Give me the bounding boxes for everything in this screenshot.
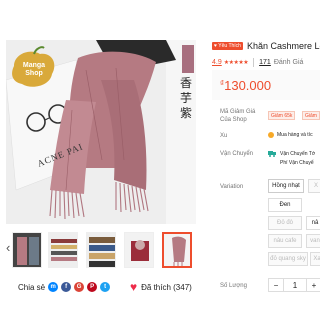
watermark-line-2: Shop: [25, 70, 43, 77]
color-name-vertical: 香芋紫: [179, 76, 192, 120]
price-box: ₫130.000: [212, 70, 320, 100]
twitter-icon[interactable]: t: [100, 282, 111, 292]
thumbnail[interactable]: [48, 232, 78, 268]
thumbnail[interactable]: [12, 232, 42, 268]
shipping-line-1: Vận Chuyển Tớ: [280, 151, 316, 157]
price-value: 130.000: [224, 78, 272, 93]
variation-option-do-do[interactable]: Đỏ đô: [268, 216, 302, 230]
quantity-input[interactable]: 1: [284, 278, 306, 292]
voucher-tag[interactable]: Giảm: [302, 111, 320, 120]
variation-option[interactable]: van: [306, 234, 320, 248]
quantity-decrease-button[interactable]: −: [268, 278, 284, 292]
variation-label: Variation: [220, 184, 244, 190]
quantity-label: Số Lượng: [220, 283, 247, 289]
watermark-line-1: Manga: [22, 62, 46, 69]
variation-option[interactable]: X: [308, 179, 320, 193]
shipping-label: Vận Chuyển: [220, 151, 254, 157]
xu-text: Mua hàng và tíc: [277, 132, 313, 138]
share-label: Chia sẻ: [18, 282, 46, 292]
shipping-line-2: Phí Vận Chuyể: [280, 160, 314, 166]
review-label: Đánh Giá: [273, 58, 304, 66]
divider: [253, 57, 255, 67]
quantity-increase-button[interactable]: +: [306, 278, 320, 292]
google-plus-icon[interactable]: G: [74, 282, 85, 292]
quantity-stepper: − 1 +: [268, 278, 320, 292]
product-main-image[interactable]: Manga Shop ACNE PAI 香芋紫: [6, 40, 196, 224]
voucher-tag[interactable]: Giảm 65k: [268, 111, 296, 120]
thumbnail[interactable]: [124, 232, 154, 268]
share-row: Chia sẻ m f G P t: [18, 280, 111, 294]
variation-option-nau-cafe[interactable]: nâu cafe: [268, 234, 302, 248]
rating-row: 4.9 ★★★★★ 171 Đánh Giá: [212, 56, 303, 68]
review-count[interactable]: 171: [259, 59, 271, 66]
variation-option[interactable]: Xa: [310, 252, 320, 266]
variation-option[interactable]: nâ: [306, 216, 320, 230]
thumbnail[interactable]: [86, 232, 116, 268]
star-rating-icon: ★★★★★: [223, 59, 249, 66]
chevron-left-icon[interactable]: ‹: [6, 240, 10, 255]
shop-watermark: Manga Shop: [6, 46, 62, 92]
heart-icon: ♥: [130, 280, 138, 294]
coin-icon: [268, 132, 274, 138]
like-button[interactable]: ♥ Đã thích (347): [130, 280, 192, 294]
product-title: Khăn Cashmere Lo: [246, 41, 320, 51]
messenger-icon[interactable]: m: [48, 282, 59, 292]
facebook-icon[interactable]: f: [61, 282, 72, 292]
like-count: Đã thích (347): [141, 282, 192, 292]
voucher-label: Mã Giảm Giá Của Shop: [220, 109, 256, 123]
variation-option-hong-nhat[interactable]: Hồng nhạt: [268, 179, 304, 193]
rating-value[interactable]: 4.9: [212, 59, 222, 66]
shipping-text: Vận Chuyển Tớ Phí Vận Chuyể: [280, 150, 315, 168]
product-title-row: ♥ Yêu Thích Khăn Cashmere Lo: [212, 40, 320, 52]
thumbnail-strip: ‹: [6, 232, 196, 268]
variation-option-do-quang-sky[interactable]: đỏ quang sky: [268, 252, 308, 266]
truck-icon: [268, 151, 276, 157]
pinterest-icon[interactable]: P: [87, 282, 98, 292]
thumbnail-selected[interactable]: [162, 232, 192, 268]
xu-label: Xu: [220, 133, 228, 139]
variation-option-den[interactable]: Đen: [268, 198, 302, 212]
product-price: ₫130.000: [220, 78, 271, 93]
favorite-badge: ♥ Yêu Thích: [212, 42, 243, 50]
